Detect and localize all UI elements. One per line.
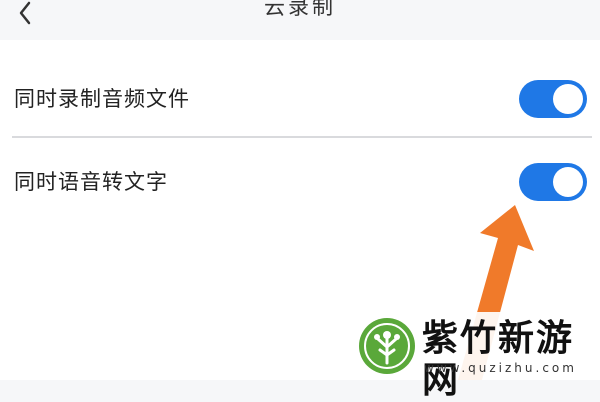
- watermark-url: www.quzizhu.com: [424, 361, 577, 375]
- page-title: 云录制: [264, 0, 336, 19]
- record-audio-toggle[interactable]: [519, 80, 587, 118]
- toggle-knob: [553, 167, 583, 197]
- speech-to-text-toggle[interactable]: [519, 163, 587, 201]
- watermark: 紫竹新游网 www.quzizhu.com: [350, 312, 600, 401]
- toggle-knob: [553, 84, 583, 114]
- watermark-name: 紫竹新游网: [422, 318, 575, 401]
- bamboo-tree-logo-icon: [359, 318, 415, 374]
- setting-label: 同时录制音频文件: [14, 87, 190, 111]
- setting-label: 同时语音转文字: [14, 170, 168, 194]
- navigation-bar: 云录制: [0, 0, 600, 40]
- setting-row-record-audio[interactable]: 同时录制音频文件: [0, 53, 600, 145]
